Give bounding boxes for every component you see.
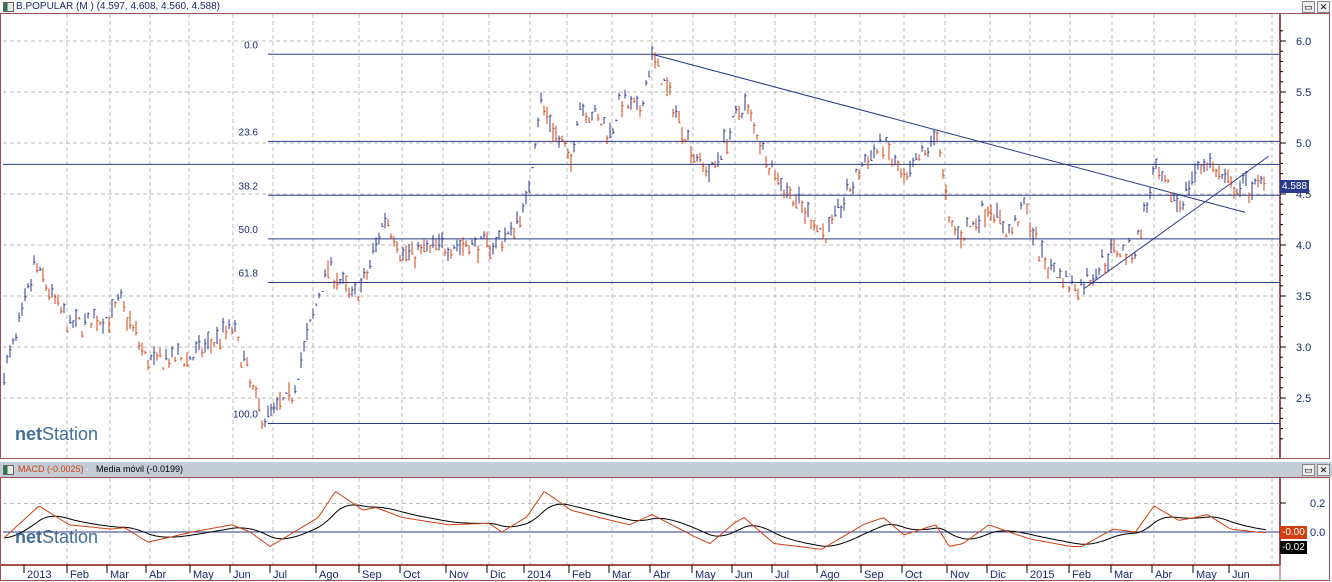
- y-tick-label: 2.5: [1296, 393, 1311, 405]
- netstation-logo: netStation: [15, 527, 98, 548]
- x-tick-label: Dic: [990, 569, 1006, 581]
- x-tick-label: Feb: [1072, 569, 1091, 581]
- x-tick-label: Mar: [612, 569, 631, 581]
- x-tick-label: 2015: [1030, 569, 1054, 581]
- y-tick-label: 4.0: [1296, 240, 1311, 252]
- y-tick-label: 0.2: [1310, 498, 1325, 510]
- signal-value-tag: -0.02: [1280, 541, 1307, 554]
- logo-text: net: [15, 424, 42, 444]
- fib-label: 23.6: [239, 127, 259, 138]
- x-tick-label: May: [193, 569, 214, 581]
- fib-label: 0.0: [244, 40, 258, 51]
- fib-label: 50.0: [239, 225, 259, 236]
- logo-text: Station: [42, 527, 99, 547]
- x-tick-label: Dic: [490, 569, 506, 581]
- y-tick-label: 3.5: [1296, 291, 1311, 303]
- macd-panel-header: MACD (-0.0025) - Media móvil (-0.0199) ▭…: [0, 462, 1332, 477]
- macd-value-tag: -0.00: [1280, 526, 1307, 539]
- y-tick-label: 0.0: [1310, 527, 1325, 539]
- x-tick-label: Feb: [70, 569, 89, 581]
- x-tick-label: Ago: [820, 569, 840, 581]
- fib-label: 100.0: [233, 410, 258, 421]
- x-tick-label: 2013: [27, 569, 51, 581]
- panel-close-button[interactable]: ✕: [1317, 464, 1330, 476]
- x-tick-label: Mar: [1114, 569, 1133, 581]
- y-tick-label: 5.5: [1296, 87, 1311, 99]
- separator: -: [86, 464, 89, 474]
- x-tick-label: Feb: [572, 569, 591, 581]
- x-tick-label: Jul: [273, 569, 287, 581]
- x-tick-label: Mar: [110, 569, 129, 581]
- x-tick-label: Sep: [864, 569, 884, 581]
- x-tick-label: Ago: [319, 569, 339, 581]
- y-tick-label: 3.0: [1296, 342, 1311, 354]
- signal-label: Media móvil (-0.0199): [96, 464, 184, 474]
- macd-chart[interactable]: 0.2 0.0 2013 Feb Mar Abr May Jun Jul Ago Sep Oct Nov…: [0, 477, 1332, 582]
- x-tick-label: Abr: [653, 569, 670, 581]
- x-tick-label: May: [1196, 569, 1217, 581]
- x-tick-label: Jul: [775, 569, 789, 581]
- y-tick-label: 6.0: [1296, 36, 1311, 48]
- x-tick-label: Nov: [449, 569, 469, 581]
- logo-text: net: [15, 527, 42, 547]
- x-tick-label: Abr: [1155, 569, 1172, 581]
- x-tick-label: Jun: [735, 569, 753, 581]
- x-tick-label: Jun: [233, 569, 251, 581]
- x-tick-label: 2014: [527, 569, 551, 581]
- price-chart[interactable]: 6.05.55.04.54.03.53.02.50.023.638.250.06…: [0, 13, 1332, 461]
- fib-label: 38.2: [239, 181, 259, 192]
- x-tick-label: Nov: [950, 569, 970, 581]
- x-tick-label: Sep: [362, 569, 382, 581]
- netstation-logo: netStation: [15, 424, 98, 445]
- x-tick-label: May: [695, 569, 716, 581]
- window-titlebar: B.POPULAR (M ) (4.597, 4.608, 4.560, 4.5…: [0, 0, 1332, 13]
- panel-restore-button[interactable]: ▭: [1302, 464, 1315, 476]
- fib-label: 61.8: [239, 268, 259, 279]
- y-tick-label: 5.0: [1296, 138, 1311, 150]
- x-tick-label: Oct: [403, 569, 420, 581]
- logo-text: Station: [42, 424, 99, 444]
- panel-icon: [3, 465, 14, 475]
- x-tick-label: Oct: [905, 569, 922, 581]
- chart-window-icon: [3, 2, 14, 12]
- x-tick-label: Jun: [1232, 569, 1250, 581]
- macd-label: MACD (-0.0025): [18, 464, 84, 474]
- restore-button[interactable]: ▭: [1302, 1, 1315, 13]
- window-title: B.POPULAR (M ) (4.597, 4.608, 4.560, 4.5…: [16, 1, 220, 12]
- close-button[interactable]: ✕: [1317, 1, 1330, 13]
- x-tick-label: Abr: [149, 569, 166, 581]
- last-price-tag: 4.588: [1280, 180, 1310, 193]
